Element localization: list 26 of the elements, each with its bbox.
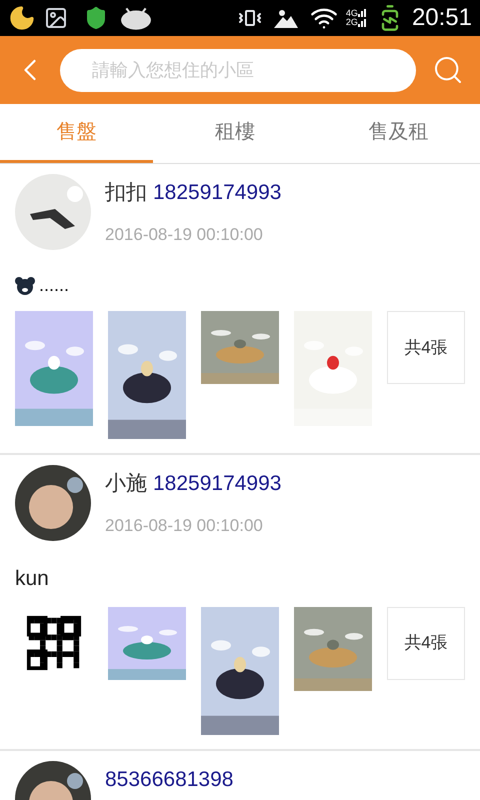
mountain-icon [274,8,298,28]
bear-icon [15,276,35,296]
tab[interactable]: 售盤 [0,104,153,163]
post-text: kun [15,566,49,592]
image-icon [44,6,68,30]
robot-icon [120,6,152,30]
phone-number: 18259174993 [153,181,282,204]
network-label: 2G [346,18,358,27]
clock: 20:51 [412,3,472,33]
shield-icon [84,6,108,30]
image-count-box[interactable]: 共4張 [387,311,465,384]
tab[interactable]: 售及租 [316,104,480,163]
search-icon [432,54,464,86]
weather-icon [8,4,36,32]
image-count-box[interactable]: 共4張 [387,606,465,680]
qr-code-icon [25,615,83,671]
network-label: 4G [346,9,358,18]
user-name: 扣扣 [105,181,147,204]
tab[interactable]: 租樓 [153,104,316,163]
phone-number: 18259174993 [153,472,282,495]
user-name: 小施 [105,472,147,495]
post-time: 2016-08-19 00:10:00 [105,224,264,246]
post-text: ...... [39,274,70,297]
phone-number: 85366681398 [105,768,234,790]
signal-icon [358,8,368,28]
post-time: 2016-08-19 00:10:00 [105,515,264,538]
